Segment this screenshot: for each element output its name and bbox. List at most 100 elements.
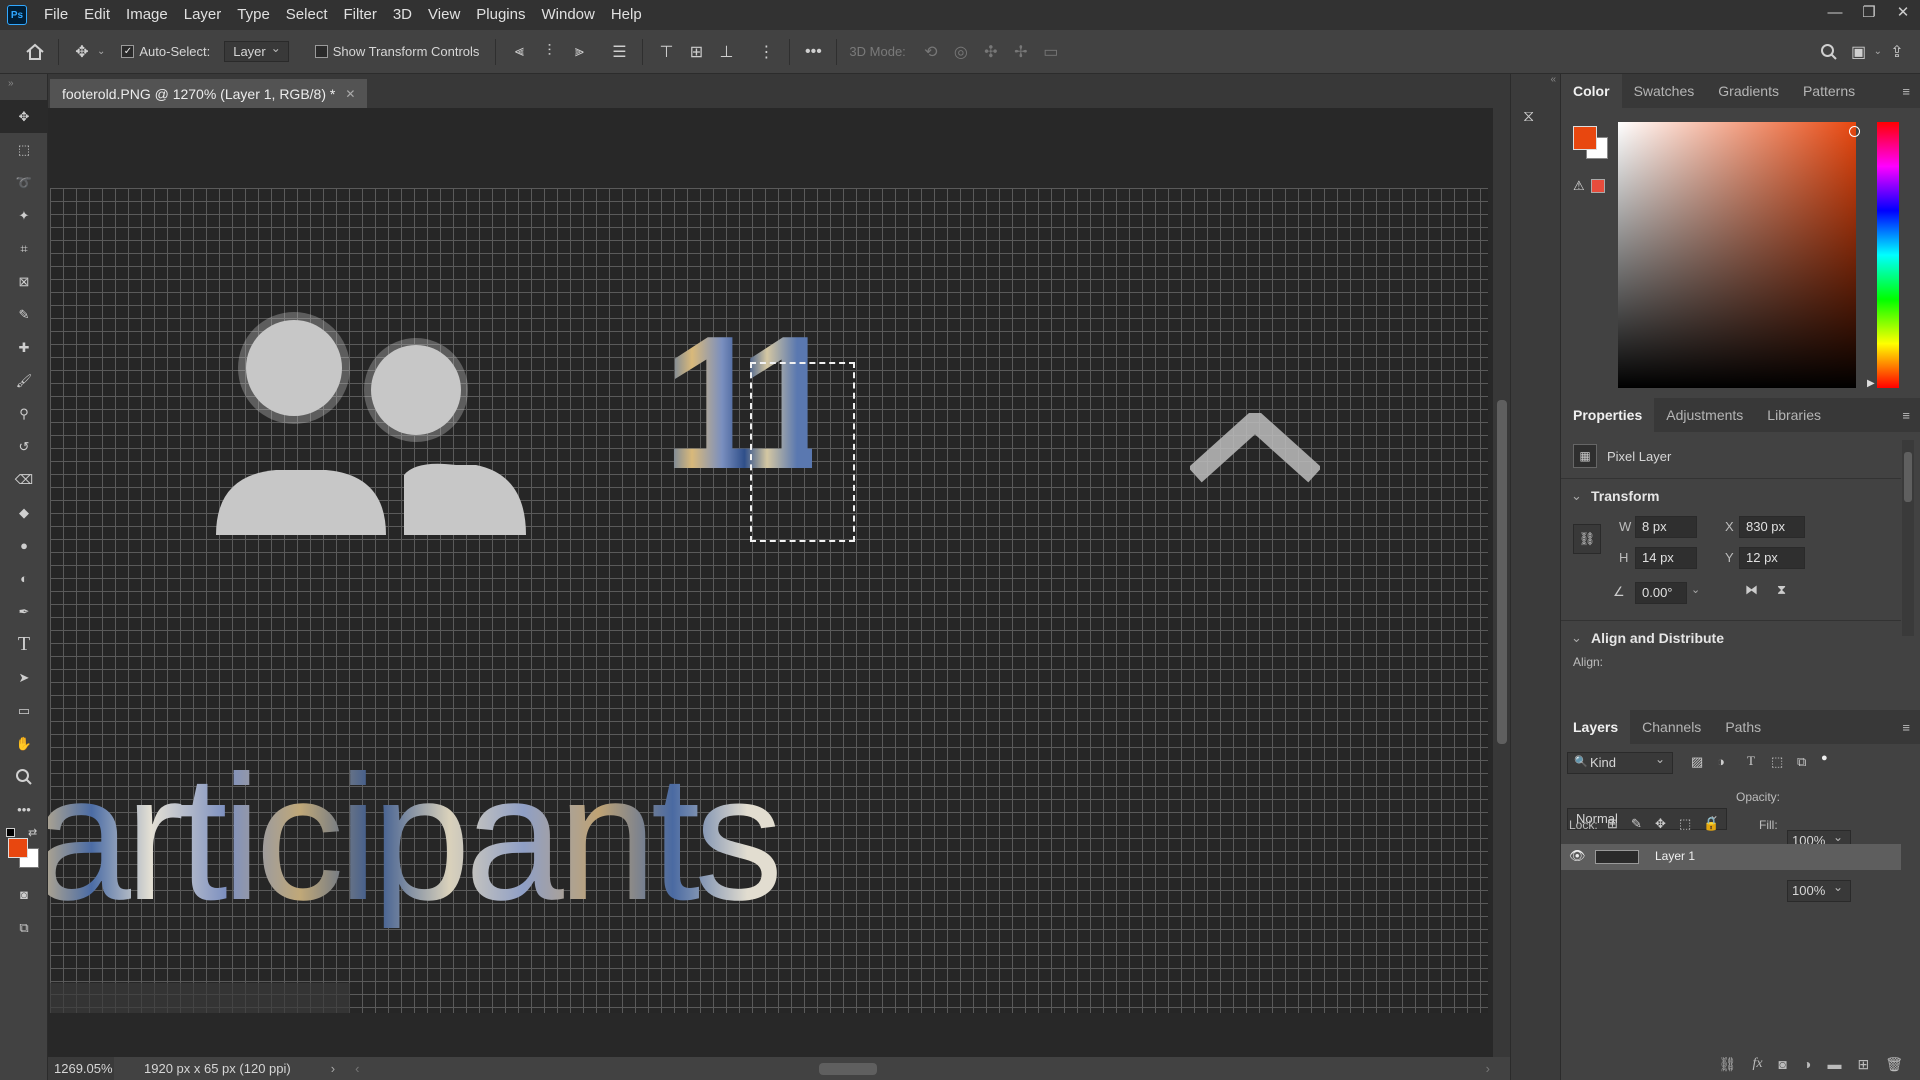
link-layers-icon[interactable]: ⛓ bbox=[1719, 1056, 1737, 1073]
new-group-icon[interactable]: ▬ bbox=[1827, 1056, 1841, 1072]
menu-view[interactable]: View bbox=[420, 0, 468, 30]
home-icon[interactable] bbox=[20, 37, 50, 67]
vertical-scroll-thumb[interactable] bbox=[1497, 400, 1507, 744]
layer-row[interactable]: 👁 Layer 1 bbox=[1561, 844, 1901, 870]
foreground-color-swatch[interactable] bbox=[8, 838, 28, 858]
menu-select[interactable]: Select bbox=[278, 0, 336, 30]
path-selection-tool-icon[interactable]: ➤ bbox=[0, 661, 48, 694]
3d-camera-icon[interactable]: ▭ bbox=[1036, 37, 1066, 67]
menu-type[interactable]: Type bbox=[229, 0, 278, 30]
swap-colors-icon[interactable]: ⇄ bbox=[28, 826, 37, 839]
menu-file[interactable]: File bbox=[36, 0, 76, 30]
angle-field[interactable]: 0.00° bbox=[1635, 582, 1687, 604]
minimize-icon[interactable]: — bbox=[1818, 0, 1852, 24]
status-more-icon[interactable]: › bbox=[331, 1061, 335, 1076]
history-brush-tool-icon[interactable]: ↺ bbox=[0, 430, 48, 463]
distribute-vertical-icon[interactable]: ⋮ bbox=[751, 37, 781, 67]
marquee-tool-icon[interactable]: ⬚ bbox=[0, 133, 48, 166]
web-safe-swatch[interactable] bbox=[1591, 179, 1605, 193]
workspace-icon[interactable]: ▣ bbox=[1844, 37, 1874, 67]
tab-color[interactable]: Color bbox=[1561, 74, 1622, 108]
align-bottom-icon[interactable]: ⊥ bbox=[711, 37, 741, 67]
tab-properties[interactable]: Properties bbox=[1561, 398, 1655, 432]
flip-vertical-icon[interactable]: ⧗ bbox=[1777, 582, 1786, 598]
properties-scroll-thumb[interactable] bbox=[1904, 452, 1912, 502]
restore-icon[interactable]: ❐ bbox=[1852, 0, 1886, 24]
properties-panel-menu-icon[interactable]: ≡ bbox=[1892, 398, 1920, 432]
align-collapse-icon[interactable]: ⌄ bbox=[1571, 630, 1582, 646]
filter-type-icon[interactable]: T bbox=[1747, 753, 1755, 769]
close-window-icon[interactable]: ✕ bbox=[1886, 0, 1920, 24]
3d-pan-icon[interactable]: ✣ bbox=[976, 37, 1006, 67]
menu-plugins[interactable]: Plugins bbox=[468, 0, 533, 30]
filter-pixel-icon[interactable]: ▨ bbox=[1691, 754, 1703, 770]
screen-mode-icon[interactable]: ⧉ bbox=[0, 911, 48, 944]
magic-wand-tool-icon[interactable]: ✦ bbox=[0, 199, 48, 232]
align-middle-icon[interactable]: ⊞ bbox=[681, 37, 711, 67]
scroll-right-icon[interactable]: › bbox=[1486, 1061, 1490, 1076]
panel-foreground-color[interactable] bbox=[1573, 126, 1597, 150]
flip-horizontal-icon[interactable]: ⧓ bbox=[1745, 582, 1758, 598]
canvas-area[interactable]: 11 articipants bbox=[48, 108, 1510, 1057]
blur-tool-icon[interactable]: ● bbox=[0, 529, 48, 562]
document-tab[interactable]: footerold.PNG @ 1270% (Layer 1, RGB/8) *… bbox=[50, 79, 368, 108]
hue-slider[interactable] bbox=[1877, 122, 1899, 388]
quick-mask-icon[interactable]: ◙ bbox=[0, 878, 48, 911]
delete-layer-icon[interactable]: 🗑 bbox=[1885, 1056, 1903, 1073]
fx-icon[interactable]: fx bbox=[1752, 1056, 1762, 1072]
x-field[interactable]: 830 px bbox=[1739, 516, 1805, 538]
link-dimensions-icon[interactable]: ⛓ bbox=[1573, 524, 1601, 554]
tab-adjustments[interactable]: Adjustments bbox=[1654, 398, 1755, 432]
y-field[interactable]: 12 px bbox=[1739, 547, 1805, 569]
frame-tool-icon[interactable]: ⊠ bbox=[0, 265, 48, 298]
menu-edit[interactable]: Edit bbox=[76, 0, 118, 30]
lock-all-icon[interactable]: 🔒 bbox=[1703, 816, 1719, 832]
layer-visibility-eye-icon[interactable]: 👁 bbox=[1569, 848, 1586, 864]
filter-adjustment-icon[interactable]: ◑ bbox=[1717, 754, 1725, 769]
history-panel-icon[interactable]: ⧖ bbox=[1523, 108, 1549, 134]
horizontal-scroll-thumb[interactable] bbox=[819, 1062, 878, 1075]
layer-filter-kind-dropdown[interactable]: 🔍 Kind bbox=[1567, 752, 1673, 774]
lasso-tool-icon[interactable]: ➰ bbox=[0, 166, 48, 199]
dodge-tool-icon[interactable]: ◐ bbox=[0, 562, 48, 595]
filter-shape-icon[interactable]: ⬚ bbox=[1771, 754, 1783, 770]
collapse-toolbox-icon[interactable]: » bbox=[0, 74, 47, 100]
color-panel-menu-icon[interactable]: ≡ bbox=[1892, 74, 1920, 108]
zoom-level[interactable]: 1269.05% bbox=[48, 1057, 114, 1080]
filter-smart-object-icon[interactable]: ⧉ bbox=[1797, 754, 1806, 770]
3d-slide-icon[interactable]: ✢ bbox=[1006, 37, 1036, 67]
lock-transparent-icon[interactable]: ⊞ bbox=[1607, 816, 1618, 832]
search-icon[interactable] bbox=[1814, 37, 1844, 67]
menu-layer[interactable]: Layer bbox=[176, 0, 230, 30]
fill-field[interactable]: 100% bbox=[1787, 880, 1851, 902]
menu-3d[interactable]: 3D bbox=[385, 0, 420, 30]
default-colors-icon[interactable] bbox=[6, 828, 15, 837]
rectangle-tool-icon[interactable]: ▭ bbox=[0, 694, 48, 727]
distribute-horizontal-icon[interactable]: ☰ bbox=[604, 37, 634, 67]
tab-swatches[interactable]: Swatches bbox=[1622, 74, 1707, 108]
type-tool-icon[interactable]: T bbox=[0, 628, 48, 661]
layer-name[interactable]: Layer 1 bbox=[1655, 849, 1695, 863]
lock-image-icon[interactable]: ✎ bbox=[1631, 816, 1642, 832]
menu-image[interactable]: Image bbox=[118, 0, 176, 30]
menu-help[interactable]: Help bbox=[603, 0, 650, 30]
move-tool-preset-icon[interactable]: ✥ bbox=[67, 37, 97, 67]
align-top-icon[interactable]: ⊤ bbox=[651, 37, 681, 67]
tab-libraries[interactable]: Libraries bbox=[1755, 398, 1833, 432]
3d-roll-icon[interactable]: ◎ bbox=[946, 37, 976, 67]
move-tool-icon[interactable]: ✥ bbox=[0, 100, 48, 133]
filter-toggle-icon[interactable]: ● bbox=[1821, 752, 1828, 764]
eyedropper-tool-icon[interactable]: ✎ bbox=[0, 298, 48, 331]
layers-panel-menu-icon[interactable]: ≡ bbox=[1892, 710, 1920, 744]
more-options-icon[interactable]: ••• bbox=[798, 37, 828, 67]
transform-collapse-icon[interactable]: ⌄ bbox=[1571, 488, 1582, 504]
close-tab-icon[interactable]: ✕ bbox=[345, 87, 355, 101]
zoom-tool-icon[interactable] bbox=[0, 760, 48, 793]
tab-layers[interactable]: Layers bbox=[1561, 710, 1631, 744]
lock-position-icon[interactable]: ✥ bbox=[1655, 816, 1666, 832]
hue-slider-pointer-icon[interactable]: ▶ bbox=[1867, 378, 1875, 389]
show-transform-checkbox[interactable] bbox=[314, 45, 328, 58]
auto-select-dropdown[interactable]: Layer bbox=[224, 41, 289, 62]
align-right-icon[interactable]: ⫸ bbox=[564, 37, 594, 67]
chevron-down-icon[interactable]: ⌄ bbox=[97, 46, 105, 57]
